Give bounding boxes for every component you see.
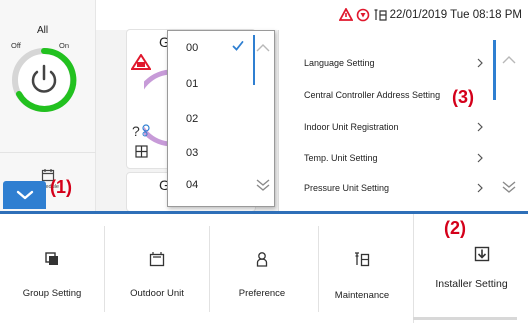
double-chevron-down-icon[interactable] — [501, 180, 517, 194]
installer-setting-icon — [474, 246, 490, 262]
picker-option-value: 04 — [186, 179, 199, 191]
preference-icon — [256, 252, 268, 267]
chevron-right-icon — [477, 153, 483, 162]
help-settings-icon: ? — [132, 123, 150, 138]
active-tab-indicator — [413, 317, 517, 320]
picker-option-value: 03 — [186, 147, 199, 159]
annotation-marker-3: (3) — [452, 87, 474, 107]
nav-outdoor-unit[interactable]: Outdoor Unit — [105, 214, 209, 323]
menu-item-indoor-unit-registration[interactable]: Indoor Unit Registration — [279, 111, 494, 142]
nav-label: Group Setting — [22, 288, 82, 299]
chevron-right-icon — [477, 183, 483, 192]
picker-option-value: 02 — [186, 113, 199, 125]
group-setting-icon — [45, 252, 58, 265]
tools-icon[interactable] — [373, 8, 387, 22]
annotation-marker-1: (1) — [50, 177, 72, 197]
svg-text:?: ? — [132, 123, 140, 138]
installer-settings-menu: Language Setting Central Controller Addr… — [278, 30, 528, 211]
all-power-toggle[interactable] — [11, 47, 77, 113]
collapse-menu-button[interactable] — [3, 181, 46, 209]
menu-item-label: Language Setting — [304, 57, 375, 68]
alarm-warning-icon[interactable] — [338, 8, 353, 22]
all-label: All — [37, 25, 49, 36]
chevron-right-icon — [477, 122, 483, 131]
chevron-up-icon[interactable] — [501, 54, 517, 66]
menu-item-temp-unit-setting[interactable]: Temp. Unit Setting — [279, 142, 494, 173]
left-divider — [0, 152, 96, 153]
grid-icon — [135, 145, 148, 158]
outdoor-unit-icon — [149, 252, 165, 267]
menu-item-label: Pressure Unit Setting — [304, 182, 390, 193]
nav-group-setting[interactable]: Group Setting — [0, 214, 104, 323]
menu-item-pressure-unit-setting[interactable]: Pressure Unit Setting — [279, 172, 494, 203]
picker-option[interactable]: 01 — [168, 67, 276, 101]
chevron-right-icon — [477, 58, 483, 67]
menu-item-label: Temp. Unit Setting — [304, 152, 378, 163]
datetime-text: 22/01/2019 Tue 08:18 PM — [389, 9, 522, 21]
nav-maintenance[interactable]: Maintenance — [310, 214, 414, 323]
picker-option[interactable]: 02 — [168, 102, 276, 136]
menu-scroll-indicator[interactable] — [493, 40, 496, 100]
checkmark-icon — [232, 41, 244, 51]
chevron-down-icon — [16, 190, 33, 200]
picker-option-value: 01 — [186, 78, 199, 90]
nav-preference[interactable]: Preference — [210, 214, 314, 323]
menu-item-language-setting[interactable]: Language Setting — [279, 47, 494, 78]
nav-label: Preference — [238, 288, 286, 299]
nav-label: Maintenance — [334, 290, 390, 301]
menu-item-label: Central Controller Address Setting — [304, 89, 441, 100]
nav-label: Installer Setting — [435, 278, 508, 290]
address-number-picker[interactable]: 00 01 02 03 04 — [167, 30, 275, 207]
nav-installer-setting[interactable]: Installer Setting — [413, 214, 528, 323]
chevron-up-icon[interactable] — [255, 42, 271, 54]
maintenance-icon — [355, 252, 370, 267]
top-status-bar: 22/01/2019 Tue 08:18 PM — [96, 0, 528, 30]
picker-option-value: 00 — [186, 42, 199, 54]
double-chevron-down-icon[interactable] — [255, 178, 271, 192]
shield-icon[interactable] — [356, 8, 370, 22]
picker-option[interactable]: 03 — [168, 136, 276, 170]
status-area: 22/01/2019 Tue 08:18 PM — [338, 6, 522, 24]
annotation-marker-2: (2) — [444, 218, 466, 238]
menu-item-label: Indoor Unit Registration — [304, 121, 399, 132]
nav-label: Outdoor Unit — [130, 288, 184, 299]
